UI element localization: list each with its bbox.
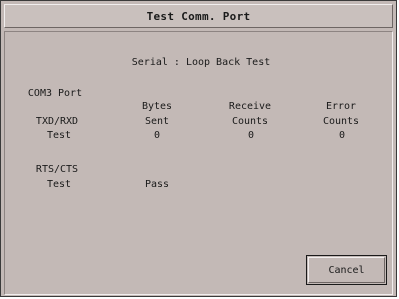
bytes-sent-header-line1: Bytes bbox=[141, 101, 173, 112]
receive-counts-header-line1: Receive bbox=[228, 101, 272, 112]
error-counts-header-line2: Counts bbox=[322, 116, 360, 127]
window-title: Test Comm. Port bbox=[146, 10, 251, 23]
title-bar: Test Comm. Port bbox=[4, 4, 393, 28]
port-label: COM3 Port bbox=[27, 88, 83, 99]
test-heading: Serial : Loop Back Test bbox=[131, 57, 271, 68]
receive-counts-value: 0 bbox=[247, 130, 255, 141]
test-comm-port-window: Test Comm. Port Serial : Loop Back Test … bbox=[0, 0, 397, 297]
cancel-button-label: Cancel bbox=[308, 257, 385, 283]
rts-cts-label-line2: Test bbox=[46, 179, 72, 190]
bytes-sent-value: 0 bbox=[153, 130, 161, 141]
receive-counts-header-line2: Counts bbox=[231, 116, 269, 127]
bytes-sent-header-line2: Sent bbox=[144, 116, 170, 127]
error-counts-header-line1: Error bbox=[325, 101, 357, 112]
cancel-button[interactable]: Cancel bbox=[306, 255, 387, 285]
error-counts-value: 0 bbox=[338, 130, 346, 141]
txd-rxd-label-line1: TXD/RXD bbox=[35, 116, 79, 127]
txd-rxd-label-line2: Test bbox=[46, 130, 72, 141]
rts-cts-label-line1: RTS/CTS bbox=[35, 164, 79, 175]
rts-cts-result: Pass bbox=[144, 179, 170, 190]
